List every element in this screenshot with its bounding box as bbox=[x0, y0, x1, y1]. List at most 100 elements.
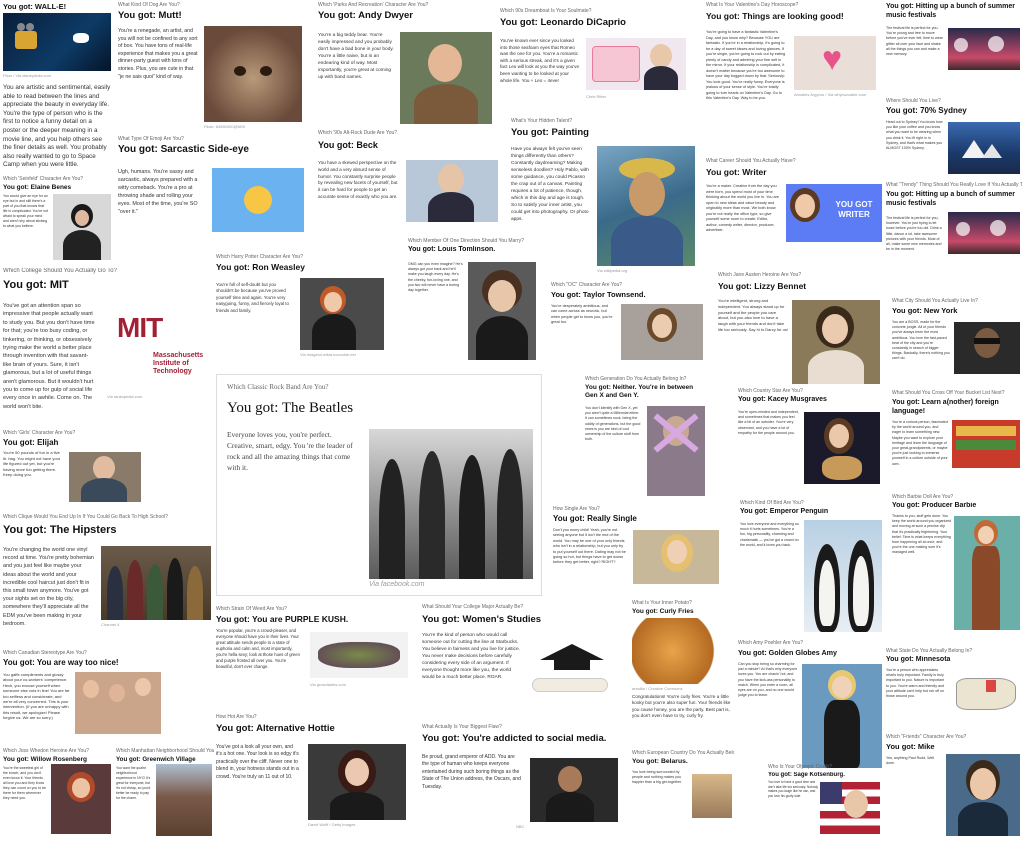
result-title: You got: Mike bbox=[886, 742, 935, 751]
result-card-walle: You got: WALL-E! Pixar / Via disneydvds.… bbox=[3, 2, 111, 172]
photo-credit: NBC bbox=[516, 824, 525, 829]
result-description: Head out to Sydney! You know how you lik… bbox=[886, 120, 943, 151]
result-description: Ugh, humans. You're sassy and sarcastic,… bbox=[118, 169, 198, 215]
quiz-question: Which "OC" Character Are You? bbox=[551, 282, 623, 288]
result-description: You're a renegade, an artist, and you wi… bbox=[118, 28, 198, 80]
result-title: You got: Elijah bbox=[3, 438, 59, 447]
penguin-photo bbox=[804, 520, 882, 632]
result-card-hottie: How Hot Are You? You got: Alternative Ho… bbox=[216, 714, 414, 838]
result-description: You gaffe compliments and glossy about y… bbox=[3, 672, 70, 721]
result-title: You got: Ron Weasley bbox=[216, 262, 305, 272]
elijah-photo bbox=[69, 452, 141, 502]
kush-photo bbox=[310, 632, 408, 678]
result-card-summer1: You got: Hitting up a bunch of summer mu… bbox=[886, 2, 1022, 96]
photo-credit: Via growdiaries.com bbox=[310, 682, 346, 687]
result-description: Have you always felt you've seen things … bbox=[511, 147, 589, 222]
result-description: Everyone loves you, you're perfect. Crea… bbox=[227, 430, 353, 472]
quiz-question: Which Canadian Stereotype Are You? bbox=[3, 650, 87, 656]
barbie-photo bbox=[954, 516, 1020, 630]
result-card-single: How Single Are You? You got: Really Sing… bbox=[553, 506, 721, 598]
result-card-musgraves: Which Country Star Are You? You got: Kac… bbox=[738, 388, 882, 488]
result-description: You're popular, you're a crowd-pleaser, … bbox=[216, 628, 300, 669]
result-description: Be proud, grand emperor of ADD. You are … bbox=[422, 754, 521, 790]
result-title: You got: Willow Rosenberg bbox=[3, 756, 87, 763]
result-title: You got: Beck bbox=[318, 140, 378, 150]
result-title: You got: Writer bbox=[706, 167, 767, 177]
result-title: You got: You're addicted to social media… bbox=[422, 733, 607, 744]
result-card-sydney: Where Should You Live? You got: 70% Sydn… bbox=[886, 98, 1022, 178]
result-description: You're the kind of person who would call… bbox=[422, 633, 520, 680]
result-card-dicaprio: Which 90s Dreamboat Is Your Soulmate? Yo… bbox=[500, 8, 692, 122]
quiz-question: What "Trendy" Thing Should You Really Lo… bbox=[886, 182, 1022, 188]
result-card-greenwich: Which Manhattan Neighborhood Should You … bbox=[116, 748, 214, 838]
quiz-question: What Type Of Emoji Are You? bbox=[118, 136, 184, 142]
result-card-newyork: What City Should You Actually Live In? Y… bbox=[892, 298, 1022, 378]
result-title: You got: Curly Fries bbox=[632, 608, 694, 615]
result-title: You got: Sarcastic Side-eye bbox=[118, 144, 249, 155]
photo-credit: Chris Ritter bbox=[586, 94, 607, 99]
weasley-photo bbox=[300, 278, 384, 350]
result-card-elijah: Which 'Girls' Character Are You? You got… bbox=[3, 430, 213, 506]
quiz-question: Which Manhattan Neighborhood Should You … bbox=[116, 748, 214, 754]
photo-credit: Flickr: 84650300@N00 bbox=[204, 124, 245, 129]
willow-photo bbox=[51, 764, 111, 834]
mit-name: Massachusetts Institute of Technology bbox=[153, 352, 204, 375]
result-title: You got: Minnesota bbox=[886, 656, 951, 663]
result-title: You got: Elaine Benes bbox=[3, 184, 72, 191]
dwyer-photo bbox=[400, 32, 492, 124]
beatles-photo bbox=[369, 429, 533, 579]
result-description: You are artistic and sentimental, easily… bbox=[3, 84, 111, 169]
quiz-question: How Single Are You? bbox=[553, 506, 600, 512]
result-title: You got: Belarus. bbox=[632, 758, 688, 765]
quiz-question: Which Strain Of Weed Are You? bbox=[216, 606, 287, 612]
result-card-language: What Should You Cross Off Your Bucket Li… bbox=[892, 390, 1022, 490]
quiz-question: Which Kind Of Bird Are You? bbox=[740, 500, 804, 506]
quiz-question: Who Is Your Olympic Crush? bbox=[768, 764, 832, 770]
result-card-penguin: Which Kind Of Bird Are You? You got: Emp… bbox=[740, 500, 884, 634]
quiz-question: Where Should You Live? bbox=[886, 98, 941, 104]
result-title: You got: Hitting up a bunch of summer mu… bbox=[886, 191, 1015, 207]
result-description: You're a curious person, fascinated by t… bbox=[892, 420, 948, 466]
quiz-question: Which Jane Austen Heroine Are You? bbox=[718, 272, 802, 278]
result-title: You got: MIT bbox=[3, 279, 69, 291]
result-description: You're a big teddy bear. You're easily i… bbox=[318, 33, 394, 80]
result-card-townsend: Which "OC" Character Are You? You got: T… bbox=[551, 282, 705, 362]
result-description: Can you stop being so charming for just … bbox=[738, 662, 798, 698]
result-title: You got: Greenwich Village bbox=[116, 756, 196, 763]
result-card-amy: Which Amy Poehler Are You? You got: Gold… bbox=[738, 640, 884, 770]
result-description: Yes, anything Paul Rudd. Well done. bbox=[886, 756, 935, 766]
writer-photo: YOU GOT WRITER bbox=[786, 184, 882, 242]
result-title: You got: Emperor Penguin bbox=[740, 508, 829, 515]
result-title: You got: Golden Globes Amy bbox=[738, 648, 838, 657]
quiz-question: Which Harry Potter Character Are You? bbox=[216, 254, 303, 260]
result-description: You're going to have a fantastic Valenti… bbox=[706, 30, 786, 100]
amy-photo bbox=[802, 664, 882, 768]
result-card-willow: Which Joss Whedon Heroine Are You? You g… bbox=[3, 748, 113, 838]
result-title: You got: New York bbox=[892, 306, 958, 315]
quiz-question: Which 'Parks And Recreation' Character A… bbox=[318, 2, 429, 8]
curly-fries-photo bbox=[632, 618, 732, 684]
heart-icon: ♥ bbox=[822, 40, 843, 78]
belarus-photo bbox=[692, 774, 732, 818]
quiz-question: What Should You Cross Off Your Bucket Li… bbox=[892, 390, 1005, 396]
result-description: You don't identify with Gen X, yet you a… bbox=[585, 406, 641, 442]
result-card-painting: What's Your Hidden Talent? You got: Pain… bbox=[511, 118, 703, 274]
result-title: You got: Women's Studies bbox=[422, 614, 542, 625]
hottie-photo bbox=[308, 744, 406, 820]
result-description: The festival life is perfect for you, ho… bbox=[886, 216, 942, 252]
quiz-question: Which Clique Would You End Up In If You … bbox=[3, 514, 168, 520]
result-description: You're full of self-doubt but you should… bbox=[216, 282, 289, 313]
photo-credit: Pixar / Via disneydvds.com bbox=[3, 73, 51, 78]
result-description: You love everyone and everything so much… bbox=[740, 522, 799, 547]
quiz-question: What Should Your College Major Actually … bbox=[422, 604, 524, 610]
social-photo bbox=[530, 758, 618, 822]
quiz-question: Which 'Girls' Character Are You? bbox=[3, 430, 76, 436]
result-description: You're the sweetest girl of the bunch, a… bbox=[3, 766, 47, 800]
result-description: Congratulations! You're curly fries. You… bbox=[632, 694, 731, 719]
result-card-barbie: Which Barbie Doll Are You? You got: Prod… bbox=[892, 494, 1022, 634]
result-card-mit: Which College Should You Actually Go To?… bbox=[3, 268, 213, 426]
result-title: You got: You are way too nice! bbox=[3, 658, 119, 667]
result-title: You got: Things are looking good! bbox=[706, 11, 844, 21]
result-description: Thanks to you, stuff gets done. You keep… bbox=[892, 514, 952, 555]
quiz-question: Which College Should You Actually Go To? bbox=[3, 268, 117, 274]
